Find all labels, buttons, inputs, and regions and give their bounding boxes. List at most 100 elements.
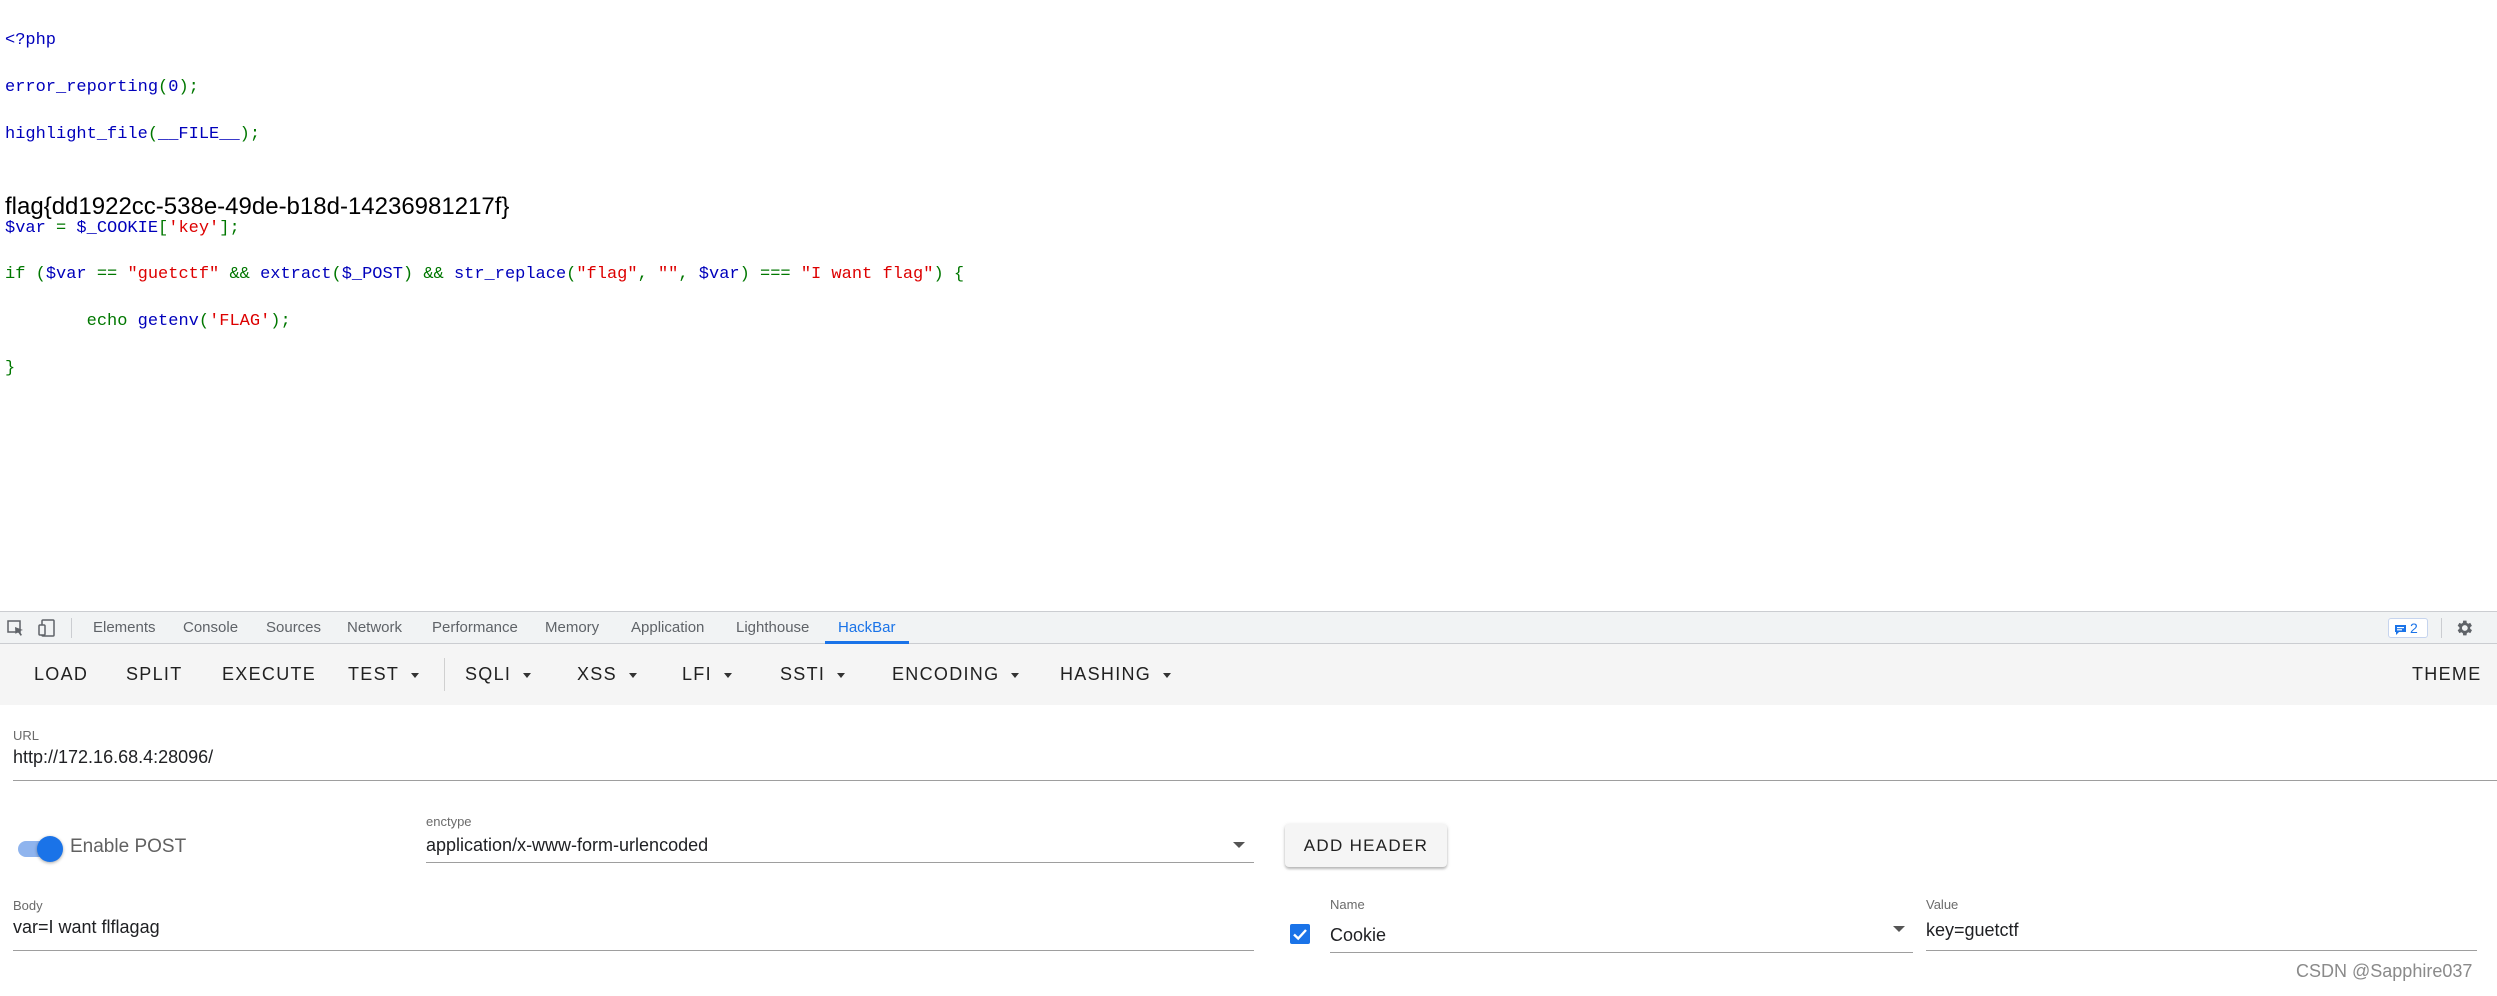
code-token: 0 [168,78,179,98]
code-token: === [749,265,801,285]
header-name-select[interactable]: Cookie [1330,925,1386,946]
code-token: error_reporting [5,78,159,98]
enable-post-toggle[interactable] [16,834,66,862]
enable-post-label: Enable POST [70,836,187,857]
tab-memory[interactable]: Memory [545,612,599,644]
xss-label: XSS [577,664,617,684]
code-token: , [637,265,658,285]
code-token: [ [158,218,169,238]
issues-badge[interactable]: 2 [2388,618,2428,638]
toolbar-divider [2441,618,2442,638]
toggle-knob [37,836,63,862]
test-menu[interactable]: TEST [348,644,420,705]
enctype-underline [426,862,1254,863]
source-line-4 [5,170,964,193]
header-enabled-checkbox[interactable] [1290,924,1310,944]
encoding-label: ENCODING [892,664,1000,684]
gear-icon[interactable] [2454,618,2474,636]
url-label: URL [13,728,40,743]
code-token: ) [739,265,750,285]
source-line-1: <?php [5,29,964,52]
code-token: 'FLAG' [209,312,271,332]
enctype-label: enctype [426,814,472,829]
chevron-down-icon[interactable] [1233,842,1245,848]
test-label: TEST [348,664,400,684]
tab-console[interactable]: Console [183,612,238,644]
code-token: extract [260,265,332,285]
checkmark-icon [1293,929,1307,941]
url-input[interactable]: http://172.16.68.4:28096/ [13,747,213,768]
enctype-select[interactable]: application/x-www-form-urlencoded [426,835,708,856]
code-token: ); [270,312,291,332]
body-underline [13,950,1254,951]
code-token: "flag" [576,265,638,285]
hashing-menu[interactable]: HASHING [1060,644,1172,705]
issues-icon [2394,622,2407,640]
tab-network[interactable]: Network [347,612,402,644]
tab-sources[interactable]: Sources [266,612,321,644]
url-underline [13,780,2497,781]
code-token: , [678,265,699,285]
sqli-label: SQLI [465,664,512,684]
header-value-underline [1926,950,2477,951]
code-token: $_COOKIE [76,218,159,238]
lfi-menu[interactable]: LFI [682,644,732,705]
header-value-input[interactable]: key=guetctf [1926,920,2019,941]
code-token: ( [158,78,169,98]
code-token: && [219,265,261,285]
code-token: "guetctf" [127,265,220,285]
code-token: } [5,358,16,378]
chevron-down-icon [411,672,420,678]
tab-lighthouse[interactable]: Lighthouse [736,612,809,644]
code-token: echo [86,312,128,332]
source-line-2: error_reporting(0); [5,76,964,99]
body-input[interactable]: var=I want flflagag [13,917,160,938]
code-token: ( [147,125,159,144]
header-name-label: Name [1330,897,1365,912]
code-token: $var [698,265,740,285]
chevron-down-icon [1163,672,1172,678]
hashing-label: HASHING [1060,664,1152,684]
toolbar-divider [444,658,445,691]
body-label: Body [13,898,43,913]
code-token: ) { [933,265,965,285]
code-token: = [45,218,77,238]
code-token: && [413,265,454,285]
chevron-down-icon [1011,672,1020,678]
ssti-label: SSTI [780,664,826,684]
hackbar-toolbar: LOAD SPLIT EXECUTE TEST SQLI XSS LFI SST… [0,644,2497,705]
code-token: == [86,265,128,285]
code-token: ]; [219,218,240,238]
ssti-menu[interactable]: SSTI [780,644,846,705]
tab-elements[interactable]: Elements [93,612,156,644]
code-token: $var [5,218,46,238]
chevron-down-icon [628,672,637,678]
source-line-7: echo getenv('FLAG'); [5,310,964,333]
code-token: if [5,265,26,285]
encoding-menu[interactable]: ENCODING [892,644,1020,705]
add-header-button[interactable]: ADD HEADER [1285,824,1447,867]
code-token: ( [25,265,46,285]
chevron-down-icon[interactable] [1893,926,1905,932]
code-token: str_replace [453,265,567,285]
split-button[interactable]: SPLIT [126,644,183,705]
theme-button[interactable]: THEME [2412,644,2482,705]
lfi-label: LFI [682,664,712,684]
code-token: "" [657,265,679,285]
sqli-menu[interactable]: SQLI [465,644,532,705]
code-token: $_POST [341,265,403,285]
source-line-3: highlight_file(__FILE__); [5,123,964,146]
execute-button[interactable]: EXECUTE [222,644,316,705]
tab-hackbar[interactable]: HackBar [825,612,908,644]
tab-performance[interactable]: Performance [432,612,518,644]
tab-application[interactable]: Application [631,612,704,644]
header-value-label: Value [1926,897,1959,912]
watermark: CSDN @Sapphire037 [2296,961,2473,981]
device-toolbar-icon[interactable] [38,619,58,637]
toolbar-divider [71,618,72,638]
header-name-underline [1330,952,1913,953]
inspect-element-icon[interactable] [6,619,26,637]
load-button[interactable]: LOAD [34,644,88,705]
code-token: "I want flag" [800,265,934,285]
xss-menu[interactable]: XSS [577,644,637,705]
